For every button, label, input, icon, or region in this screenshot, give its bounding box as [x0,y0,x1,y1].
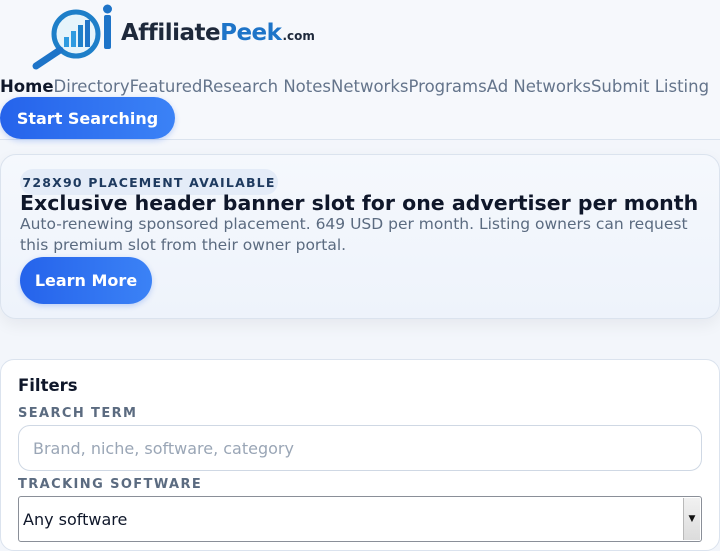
magnifier-chart-icon [32,4,112,70]
learn-more-button[interactable]: Learn More [20,257,152,304]
start-searching-button[interactable]: Start Searching [0,97,175,139]
logo-brand-a: Affiliate [121,20,221,46]
logo-suffix: .com [282,29,315,43]
site-header: AffiliatePeek.com Home Directory Feature… [0,0,720,140]
nav-item-featured[interactable]: Featured [130,77,203,99]
nav-item-ad-networks[interactable]: Ad Networks [487,77,591,99]
logo-wordmark: AffiliatePeek.com [121,20,315,46]
tracking-software-select[interactable]: Any software ▼ [18,496,702,542]
logo-brand-b: Peek [220,20,282,46]
nav-item-submit-listing[interactable]: Submit Listing [591,77,709,99]
nav-item-networks[interactable]: Networks [331,77,409,99]
search-input[interactable] [18,425,702,471]
main-nav: Home Directory Featured Research Notes N… [0,77,709,99]
nav-item-programs[interactable]: Programs [409,77,487,99]
dropdown-arrow-icon[interactable]: ▼ [683,498,700,540]
tracking-software-label: TRACKING SOFTWARE [18,477,203,492]
sponsored-banner-promo: 728X90 PLACEMENT AVAILABLE Exclusive hea… [0,154,720,319]
filters-title: Filters [18,376,78,395]
nav-item-home[interactable]: Home [0,77,54,99]
search-term-label: SEARCH TERM [18,406,138,421]
tracking-software-value: Any software [23,510,128,529]
nav-item-research-notes[interactable]: Research Notes [202,77,331,99]
site-logo[interactable]: AffiliatePeek.com [30,3,320,71]
filters-panel: Filters SEARCH TERM TRACKING SOFTWARE An… [0,359,720,551]
nav-item-directory[interactable]: Directory [54,77,130,99]
promo-title: Exclusive header banner slot for one adv… [20,191,699,215]
promo-description: Auto-renewing sponsored placement. 649 U… [20,215,688,254]
